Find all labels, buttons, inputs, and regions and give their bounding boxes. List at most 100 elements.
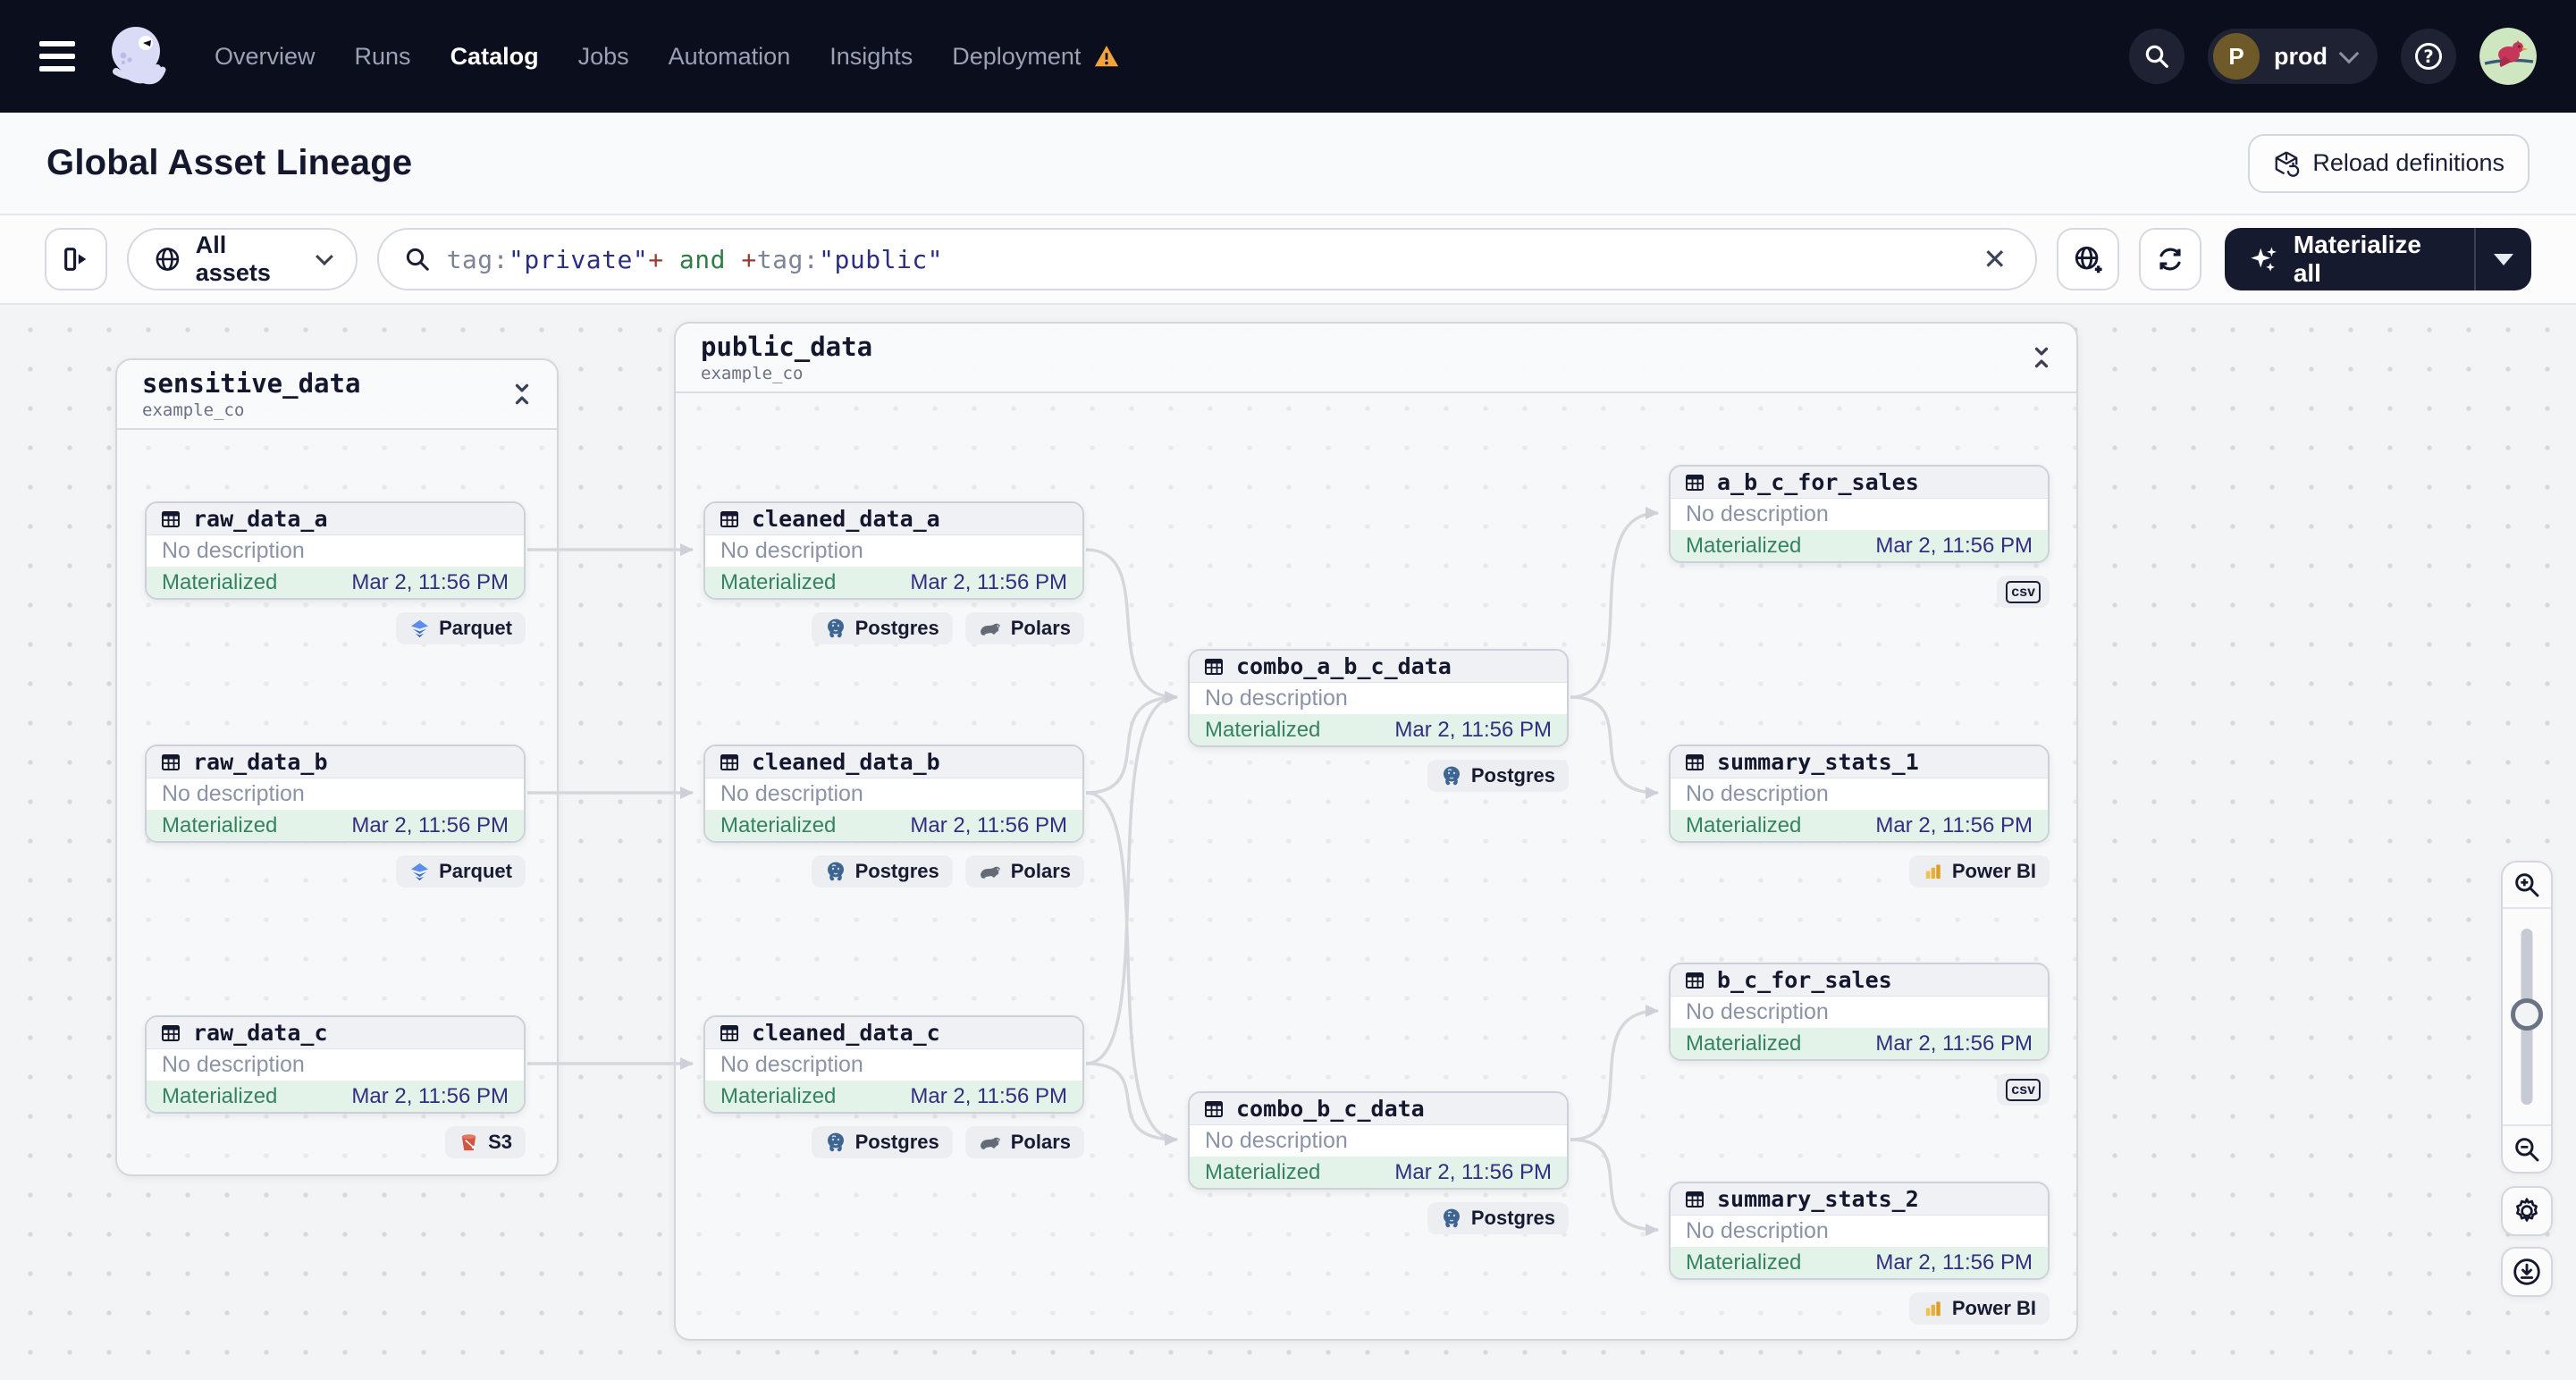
download-graph-button[interactable] (2501, 1247, 2553, 1297)
asset-description: No description (1671, 1216, 2048, 1247)
asset-name: cleaned_data_c (752, 1020, 940, 1046)
deployment-switcher[interactable]: P prod (2208, 29, 2378, 84)
nav-item-overview[interactable]: Overview (215, 43, 316, 71)
gear-icon (2516, 1198, 2538, 1222)
asset-status-row: Materialized Mar 2, 11:56 PM (147, 1081, 524, 1112)
nav-item-runs[interactable]: Runs (355, 43, 411, 71)
nav-item-label: Runs (354, 42, 411, 70)
table-icon (1205, 658, 1223, 675)
materialized-status: Materialized (1686, 1031, 1802, 1056)
materialized-timestamp: Mar 2, 11:56 PM (910, 569, 1067, 594)
asset-node-summary_stats_2[interactable]: summary_stats_2 No description Materialize… (1669, 1182, 2050, 1280)
zoom-out-button[interactable] (2503, 1124, 2551, 1172)
search-button[interactable] (2129, 29, 2185, 84)
query-segment: "private" (509, 244, 649, 274)
nav-item-label: Overview (215, 42, 316, 70)
reload-definitions-label: Reload definitions (2312, 149, 2504, 176)
postgres-icon (827, 1132, 844, 1152)
materialized-status: Materialized (162, 812, 278, 837)
kind-badge-powerbi: Power BI (1908, 855, 2050, 888)
kind-badge-postgres: Postgres (1427, 1202, 1569, 1234)
deployment-name: prod (2274, 42, 2328, 70)
zoom-slider[interactable] (2503, 909, 2551, 1124)
graph-settings-button[interactable] (2501, 1186, 2553, 1236)
refresh-button[interactable] (2139, 228, 2202, 290)
lineage-canvas[interactable]: sensitive_data example_co public_data examp… (0, 305, 2576, 1380)
materialize-options-button[interactable] (2474, 228, 2531, 290)
help-button[interactable]: ? (2401, 29, 2456, 84)
collapse-group-button[interactable] (2032, 346, 2051, 369)
deployment-avatar: P (2213, 33, 2260, 80)
open-panel-button[interactable] (45, 228, 107, 290)
zoom-in-button[interactable] (2503, 862, 2551, 909)
postgres-icon (1443, 766, 1460, 786)
asset-name: combo_a_b_c_data (1236, 653, 1452, 679)
asset-node-raw_data_c[interactable]: raw_data_c No description Materialized Mar … (145, 1015, 526, 1114)
user-avatar[interactable] (2479, 28, 2537, 85)
asset-status-row: Materialized Mar 2, 11:56 PM (705, 1081, 1082, 1112)
nav-item-automation[interactable]: Automation (669, 43, 791, 71)
table-icon (162, 753, 180, 770)
kind-badge-label: Power BI (1951, 860, 2036, 882)
kind-badge-parquet: Parquet (396, 612, 526, 644)
postgres-icon (827, 618, 844, 638)
clear-filter-button[interactable]: ✕ (1979, 242, 2010, 276)
asset-description: No description (147, 1049, 524, 1081)
kind-badge-postgres: Postgres (811, 612, 953, 644)
kind-badge-postgres: Postgres (811, 1126, 953, 1158)
asset-node-header: cleaned_data_c (705, 1017, 1082, 1049)
postgres-icon (827, 862, 844, 881)
materialize-all-button[interactable]: Materialize all (2225, 228, 2474, 290)
reload-definitions-button[interactable]: Reload definitions (2248, 133, 2530, 193)
asset-node-b_c_for_sales[interactable]: b_c_for_sales No description Materialized M… (1669, 963, 2050, 1061)
asset-name: raw_data_c (193, 1020, 328, 1046)
asset-kind-badges: Postgres (1188, 1202, 1569, 1234)
collapse-group-button[interactable] (512, 383, 532, 406)
zoom-slider-handle[interactable] (2511, 998, 2543, 1031)
materialized-timestamp: Mar 2, 11:56 PM (1394, 1159, 1552, 1184)
asset-node-a_b_c_for_sales[interactable]: a_b_c_for_sales No description Materialize… (1669, 465, 2050, 563)
kind-badge-label: Postgres (1470, 1207, 1555, 1229)
asset-kind-badges: Power BI (1669, 855, 2050, 888)
materialized-status: Materialized (720, 1083, 837, 1108)
dagster-logo-icon[interactable] (104, 21, 173, 91)
kind-badge-label: Power BI (1951, 1297, 2036, 1319)
asset-node-cleaned_data_a[interactable]: cleaned_data_a No description Materialized… (703, 501, 1084, 600)
table-icon (720, 1024, 738, 1041)
nav-item-insights[interactable]: Insights (829, 43, 913, 71)
nav-item-deployment[interactable]: Deployment (952, 43, 1120, 71)
asset-scope-dropdown[interactable]: All assets (127, 228, 358, 290)
asset-kind-badges: S3 (145, 1126, 526, 1158)
asset-node-raw_data_a[interactable]: raw_data_a No description Materialized Mar … (145, 501, 526, 600)
materialized-status: Materialized (1686, 1250, 1802, 1275)
asset-description: No description (1671, 499, 2048, 530)
menu-icon[interactable] (39, 41, 79, 72)
query-segment: tag: (446, 244, 509, 274)
asset-status-row: Materialized Mar 2, 11:56 PM (705, 810, 1082, 841)
asset-node-summary_stats_1[interactable]: summary_stats_1 No description Materialize… (1669, 745, 2050, 843)
materialized-status: Materialized (720, 812, 837, 837)
group-title: sensitive_data (142, 368, 361, 399)
asset-node-cleaned_data_c[interactable]: cleaned_data_c No description Materialized… (703, 1015, 1084, 1114)
materialized-status: Materialized (1686, 533, 1802, 558)
asset-node-combo_a_b_c_data[interactable]: combo_a_b_c_data No description Materializ… (1188, 649, 1569, 747)
query-segment: and (663, 244, 742, 274)
zoom-panel (2501, 861, 2553, 1174)
materialized-status: Materialized (1205, 717, 1321, 742)
table-icon (1686, 972, 1704, 989)
asset-node-cleaned_data_b[interactable]: cleaned_data_b No description Materialized… (703, 745, 1084, 843)
kind-badge-label: Polars (1010, 860, 1071, 882)
asset-filter-input[interactable]: tag:"private"+ and +tag:"public" ✕ (376, 228, 2038, 290)
asset-scope-label: All assets (195, 231, 271, 286)
download-icon (2513, 1258, 2540, 1285)
asset-description: No description (1671, 778, 2048, 810)
asset-node-combo_b_c_data[interactable]: combo_b_c_data No description Materialized… (1188, 1091, 1569, 1190)
search-icon (406, 248, 429, 271)
nav-item-jobs[interactable]: Jobs (578, 43, 629, 71)
new-scope-button[interactable] (2057, 228, 2120, 290)
query-segment: tag: (756, 244, 820, 274)
table-icon (162, 1024, 180, 1041)
asset-node-raw_data_b[interactable]: raw_data_b No description Materialized Mar … (145, 745, 526, 843)
asset-kind-badges: Postgres Polars (703, 1126, 1084, 1158)
nav-item-catalog[interactable]: Catalog (450, 43, 539, 71)
